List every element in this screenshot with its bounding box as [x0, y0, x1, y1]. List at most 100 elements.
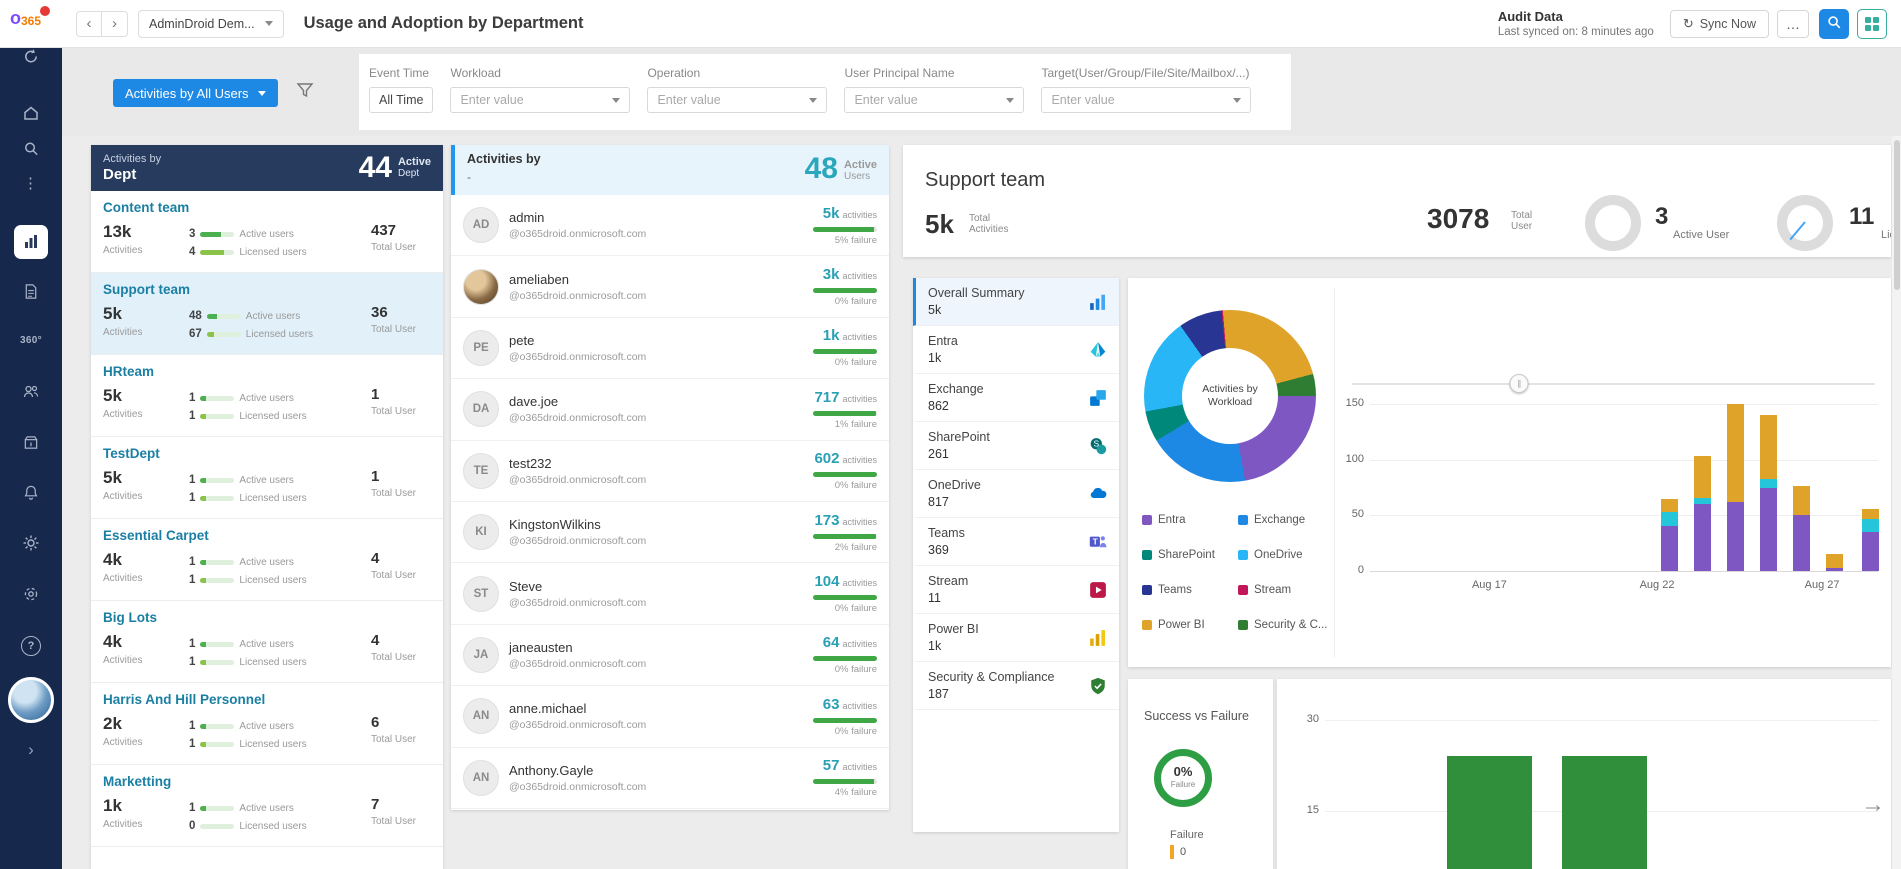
- x-axis-label: Aug 22: [1640, 579, 1675, 591]
- success-bar: [1447, 756, 1532, 869]
- chart-range-slider[interactable]: ∥: [1352, 383, 1875, 385]
- user-success-bar: [813, 349, 877, 354]
- people-icon[interactable]: [22, 383, 40, 401]
- workload-row[interactable]: Exchange 862: [913, 374, 1119, 422]
- gear-icon[interactable]: [22, 534, 40, 552]
- department-name[interactable]: Essential Carpet: [103, 528, 431, 543]
- refresh-icon[interactable]: [23, 48, 40, 65]
- legend-item[interactable]: Power BI: [1142, 619, 1234, 631]
- global-search-button[interactable]: [1819, 9, 1849, 39]
- x-axis-label: Aug 27: [1805, 579, 1840, 591]
- filter-funnel-icon[interactable]: [296, 81, 314, 104]
- department-name[interactable]: Harris And Hill Personnel: [103, 692, 431, 707]
- home-icon[interactable]: [22, 104, 40, 122]
- user-row[interactable]: AM ameliaben @o365droid.onmicrosoft.com …: [451, 256, 889, 317]
- user-row[interactable]: DA dave.joe @o365droid.onmicrosoft.com 7…: [451, 379, 889, 440]
- workload-row[interactable]: Entra 1k: [913, 326, 1119, 374]
- next-page-arrow-button[interactable]: →: [1858, 790, 1888, 820]
- activities-by-workload-donut[interactable]: Activities by Workload: [1144, 310, 1316, 482]
- legend-item[interactable]: Teams: [1142, 584, 1234, 596]
- range-slider-handle[interactable]: ∥: [1510, 374, 1529, 393]
- workload-row[interactable]: SharePoint 261 S: [913, 422, 1119, 470]
- filter-field-input[interactable]: All Time: [369, 87, 433, 113]
- forward-button[interactable]: ›: [102, 11, 128, 37]
- export-box-icon[interactable]: [23, 434, 40, 451]
- licensed-users-bar: [200, 250, 234, 255]
- failure-gauge[interactable]: 0%Failure: [1154, 749, 1212, 807]
- user-row[interactable]: AD admin @o365droid.onmicrosoft.com 5kac…: [451, 195, 889, 256]
- dept-active-users-value: 48: [189, 310, 202, 322]
- legend-label: Entra: [1158, 514, 1186, 526]
- filter-field-input[interactable]: Enter value: [647, 87, 827, 113]
- dept-active-users-label: Active users: [239, 721, 293, 732]
- bell-icon[interactable]: [23, 484, 40, 501]
- department-row[interactable]: HRteam 5k Activities 1 Active users 1 Li…: [91, 355, 443, 437]
- user-row[interactable]: AN Anthony.Gayle @o365droid.onmicrosoft.…: [451, 748, 889, 809]
- filter-field-input[interactable]: Enter value: [450, 87, 630, 113]
- workload-row[interactable]: Overall Summary 5k: [913, 278, 1119, 326]
- page-scrollbar[interactable]: [1892, 136, 1901, 869]
- sidebar-expand-chevron[interactable]: ›: [28, 740, 34, 760]
- user-row[interactable]: TE test232 @o365droid.onmicrosoft.com 60…: [451, 441, 889, 502]
- department-row[interactable]: Essential Carpet 4k Activities 1 Active …: [91, 519, 443, 601]
- bar-chart-icon: [1089, 293, 1107, 311]
- sync-now-button[interactable]: ↻ Sync Now: [1670, 10, 1769, 38]
- department-row[interactable]: TestDept 5k Activities 1 Active users 1 …: [91, 437, 443, 519]
- workload-row[interactable]: Power BI 1k: [913, 614, 1119, 662]
- legend-item[interactable]: Entra: [1142, 514, 1234, 526]
- entra-icon: [1089, 341, 1107, 359]
- user-name: pete: [509, 333, 755, 348]
- department-name[interactable]: Marketting: [103, 774, 431, 789]
- tenant-selector[interactable]: AdminDroid Dem...: [138, 10, 284, 38]
- user-avatar[interactable]: [8, 677, 54, 723]
- user-row[interactable]: AN anne.michael @o365droid.onmicrosoft.c…: [451, 686, 889, 747]
- legend-item[interactable]: Exchange: [1238, 514, 1330, 526]
- app-logo[interactable]: o 365: [10, 8, 41, 29]
- user-row[interactable]: PE pete @o365droid.onmicrosoft.com 1kact…: [451, 318, 889, 379]
- filter-field: User Principal Name Enter value: [844, 66, 1024, 130]
- scope-dropdown-button[interactable]: Activities by All Users: [113, 79, 278, 107]
- filter-field-input[interactable]: Enter value: [844, 87, 1024, 113]
- department-name[interactable]: Big Lots: [103, 610, 431, 625]
- workload-row[interactable]: Stream 11: [913, 566, 1119, 614]
- history-nav: ‹ ›: [76, 11, 128, 37]
- legend-item[interactable]: SharePoint: [1142, 549, 1234, 561]
- 360-view-icon[interactable]: 360°: [20, 335, 42, 346]
- user-email: @o365droid.onmicrosoft.com: [509, 228, 755, 240]
- workload-row[interactable]: Security & Compliance 187: [913, 662, 1119, 710]
- more-vertical-icon[interactable]: ⋮: [23, 174, 39, 192]
- workload-name: Power BI: [928, 622, 979, 636]
- filter-field-input[interactable]: Enter value: [1041, 87, 1251, 113]
- user-success-bar: [813, 227, 877, 232]
- back-button[interactable]: ‹: [76, 11, 102, 37]
- department-row[interactable]: Harris And Hill Personnel 2k Activities …: [91, 683, 443, 765]
- workload-charts-card: Activities by Workload Entra Exchange Sh…: [1128, 278, 1891, 667]
- help-icon[interactable]: ?: [21, 636, 41, 656]
- department-name[interactable]: HRteam: [103, 364, 431, 379]
- avatar: AN: [463, 760, 499, 796]
- workload-row[interactable]: Teams 369 T: [913, 518, 1119, 566]
- reports-icon[interactable]: [23, 283, 40, 300]
- department-row[interactable]: Content team 13k Activities 3 Active use…: [91, 191, 443, 273]
- settings-cog-icon[interactable]: [22, 585, 40, 603]
- department-row[interactable]: Support team 5k Activities 48 Active use…: [91, 273, 443, 355]
- user-row[interactable]: KI KingstonWilkins @o365droid.onmicrosof…: [451, 502, 889, 563]
- legend-item[interactable]: OneDrive: [1238, 549, 1330, 561]
- more-options-button[interactable]: …: [1777, 10, 1809, 38]
- view-toggle-button[interactable]: [1857, 9, 1887, 39]
- department-row[interactable]: Marketting 1k Activities 1 Active users …: [91, 765, 443, 847]
- legend-item[interactable]: Security & C...: [1238, 619, 1330, 631]
- search-icon[interactable]: [23, 140, 40, 157]
- department-name[interactable]: TestDept: [103, 446, 431, 461]
- legend-item[interactable]: Stream: [1238, 584, 1330, 596]
- analytics-icon[interactable]: [14, 225, 48, 259]
- user-row[interactable]: ST Steve @o365droid.onmicrosoft.com 104a…: [451, 563, 889, 624]
- stacked-bar-plot: [1370, 404, 1878, 571]
- dept-licensed-users-label: Licensed users: [239, 739, 306, 750]
- department-name[interactable]: Support team: [103, 282, 431, 297]
- scrollbar-thumb[interactable]: [1894, 140, 1900, 290]
- user-row[interactable]: JA janeausten @o365droid.onmicrosoft.com…: [451, 625, 889, 686]
- department-name[interactable]: Content team: [103, 200, 431, 215]
- department-row[interactable]: Big Lots 4k Activities 1 Active users 1 …: [91, 601, 443, 683]
- workload-row[interactable]: OneDrive 817: [913, 470, 1119, 518]
